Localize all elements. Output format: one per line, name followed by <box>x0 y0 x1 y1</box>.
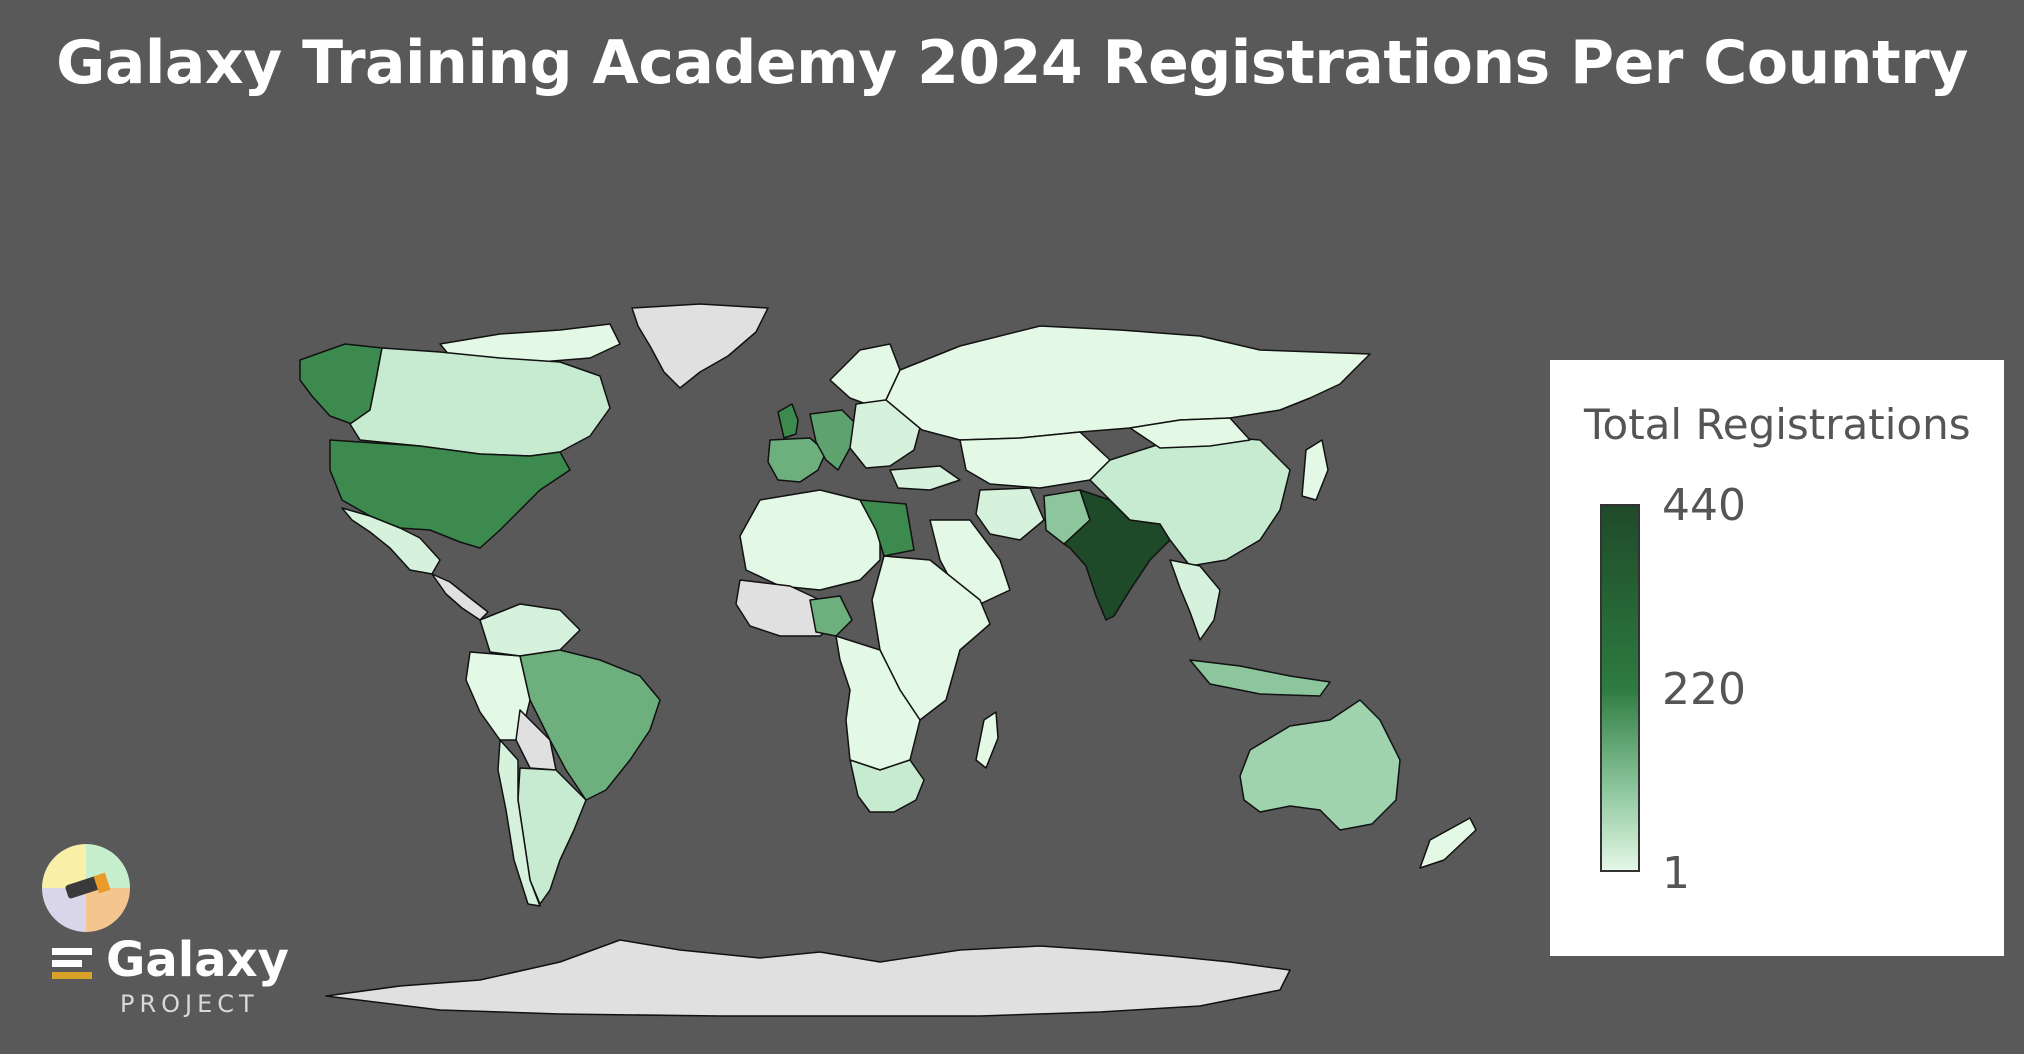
region-central-asia <box>959 431 1111 489</box>
legend-min-label: 1 <box>1662 848 1690 899</box>
region-uk <box>777 403 799 439</box>
region-australia <box>1239 699 1401 831</box>
region-madagascar <box>975 711 999 769</box>
region-usa <box>329 439 571 549</box>
region-central-america <box>431 573 489 621</box>
legend-title: Total Registrations <box>1584 400 1971 449</box>
region-north-africa <box>739 489 881 591</box>
legend-max-label: 440 <box>1662 480 1746 531</box>
logo-word: Galaxy <box>106 932 289 988</box>
legend-panel: Total Registrations 440 220 1 <box>1550 360 2004 956</box>
legend-color-scale <box>1600 504 1640 872</box>
region-canada <box>349 347 611 457</box>
region-colombia-venezuela <box>479 603 581 657</box>
logo-disc <box>42 844 130 932</box>
region-antarctica <box>325 939 1291 1017</box>
region-turkey <box>889 465 961 491</box>
region-indonesia <box>1189 659 1331 697</box>
region-new-zealand <box>1419 817 1477 869</box>
region-greenland <box>631 303 769 389</box>
region-se-asia <box>1169 559 1221 641</box>
region-japan <box>1301 439 1329 501</box>
logo-bars-icon <box>52 948 92 979</box>
region-russia <box>885 325 1371 441</box>
logo-sub: PROJECT <box>120 990 259 1018</box>
legend-mid-label: 220 <box>1662 664 1746 715</box>
region-southern-africa <box>849 759 925 813</box>
region-nigeria <box>809 595 853 637</box>
region-iran <box>975 487 1045 541</box>
